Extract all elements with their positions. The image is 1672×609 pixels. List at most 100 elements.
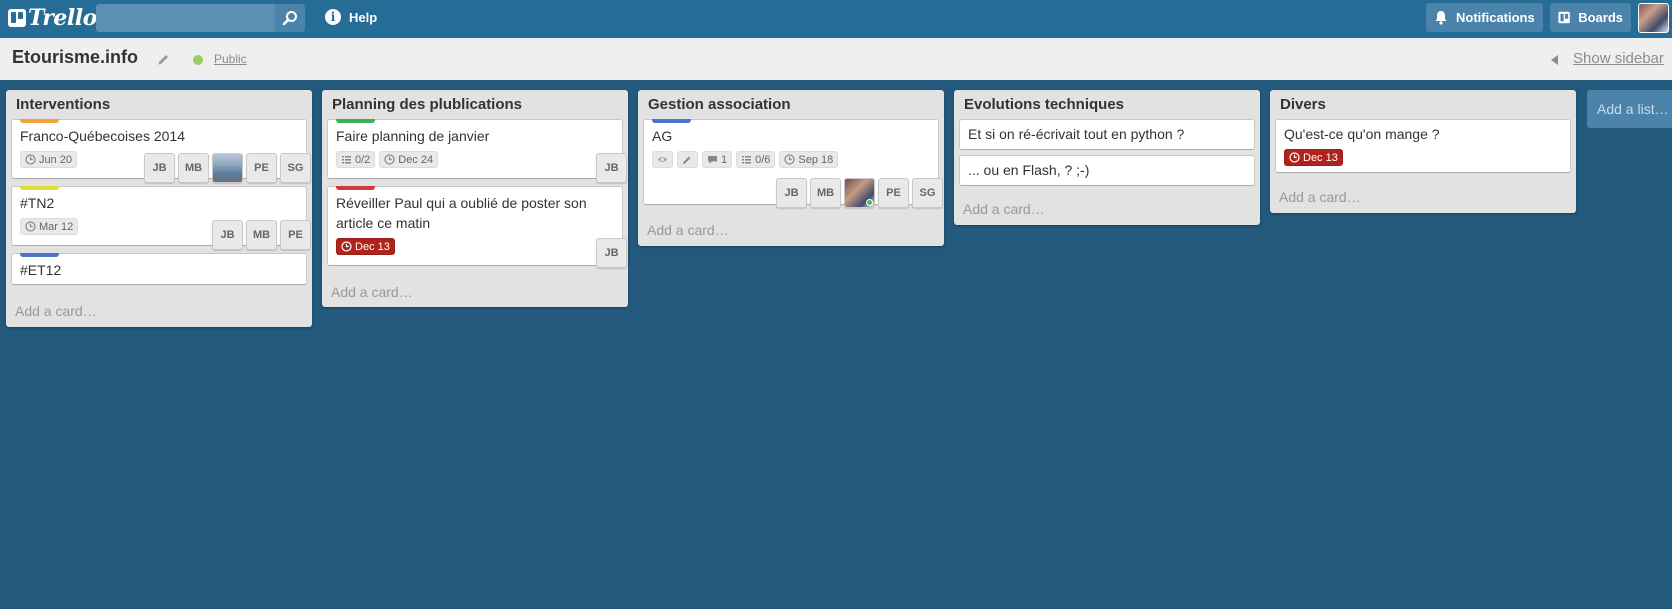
- card[interactable]: #TN2 Mar 12 JB MB PE: [11, 186, 311, 250]
- card[interactable]: Faire planning de janvier 0/2 Dec 24 JB: [327, 119, 627, 183]
- pencil-icon[interactable]: [157, 52, 171, 66]
- list-title[interactable]: Evolutions techniques: [964, 96, 1124, 113]
- search-button[interactable]: [275, 4, 305, 32]
- card-title: Réveiller Paul qui a oublié de poster so…: [336, 195, 587, 231]
- clock-icon: [784, 154, 796, 165]
- user-avatar[interactable]: [1638, 3, 1669, 33]
- member-avatar[interactable]: MB: [246, 220, 277, 250]
- info-icon: i: [325, 9, 341, 25]
- clock-icon: [1289, 152, 1300, 163]
- card-title: ... ou en Flash, ? ;-): [968, 162, 1090, 178]
- logo-text: Trello: [28, 5, 97, 31]
- due-date-badge-overdue: Dec 13: [1284, 149, 1343, 166]
- visibility-link[interactable]: Public: [214, 52, 247, 66]
- list-interventions: Interventions Franco-Québecoises 2014 Ju…: [6, 90, 312, 327]
- bell-icon: [1435, 11, 1447, 25]
- member-avatar-photo[interactable]: [212, 153, 243, 183]
- card[interactable]: AG 1 0/6 Sep 18 JB MB PE SG: [643, 119, 943, 208]
- list-evolutions-techniques: Evolutions techniques Et si on ré-écriva…: [954, 90, 1260, 225]
- card-title: Et si on ré-écrivait tout en python ?: [968, 126, 1185, 142]
- boards-label: Boards: [1578, 10, 1623, 25]
- card-label: [20, 253, 59, 257]
- card[interactable]: Réveiller Paul qui a oublié de poster so…: [327, 186, 627, 268]
- clock-icon: [384, 154, 395, 165]
- checklist-badge: 0/2: [336, 151, 376, 168]
- help-label: Help: [349, 9, 378, 25]
- member-avatar[interactable]: JB: [776, 178, 807, 208]
- checklist-badge: 0/6: [736, 151, 776, 168]
- board-title[interactable]: Etourisme.info: [12, 47, 138, 68]
- due-date-badge: Dec 24: [379, 151, 439, 168]
- card[interactable]: Qu'est-ce qu'on mange ? Dec 13: [1275, 119, 1571, 173]
- member-avatar[interactable]: MB: [178, 153, 209, 183]
- help-button[interactable]: i Help: [325, 9, 377, 25]
- card[interactable]: ... ou en Flash, ? ;-): [959, 155, 1255, 186]
- card[interactable]: Et si on ré-écrivait tout en python ?: [959, 119, 1255, 150]
- card-title: AG: [652, 128, 673, 144]
- card-title: #ET12: [20, 262, 62, 278]
- comment-icon: [708, 156, 717, 164]
- member-avatar[interactable]: MB: [810, 178, 841, 208]
- notifications-button[interactable]: Notifications: [1426, 3, 1543, 32]
- search-input[interactable]: [96, 4, 275, 32]
- trello-board-icon: [8, 9, 26, 27]
- trello-logo[interactable]: Trello: [8, 5, 97, 31]
- member-avatar[interactable]: PE: [246, 153, 277, 183]
- card[interactable]: #ET12: [11, 253, 307, 285]
- boards-icon: [1558, 11, 1570, 24]
- visibility-status-dot: [193, 55, 203, 65]
- add-card-link[interactable]: Add a card…: [647, 222, 729, 238]
- card-label: [336, 186, 375, 190]
- card-title: Faire planning de janvier: [336, 128, 490, 144]
- due-date-badge: Mar 12: [20, 218, 79, 235]
- member-avatar[interactable]: JB: [212, 220, 243, 250]
- card[interactable]: Franco-Québecoises 2014 Jun 20 JB MB PE …: [11, 119, 311, 183]
- card-title: Franco-Québecoises 2014: [20, 128, 185, 144]
- search-icon: [282, 11, 297, 26]
- card-label: [652, 119, 691, 123]
- show-sidebar-link[interactable]: Show sidebar: [1573, 50, 1664, 67]
- member-avatar[interactable]: JB: [596, 153, 627, 183]
- card-title: #TN2: [20, 195, 55, 211]
- card-label: [336, 119, 375, 123]
- list-title[interactable]: Interventions: [16, 96, 110, 113]
- online-status-dot: [866, 199, 873, 206]
- add-card-link[interactable]: Add a card…: [331, 284, 413, 300]
- list-gestion-association: Gestion association AG 1 0/6 Sep 18 JB M…: [638, 90, 944, 246]
- checklist-icon: [342, 156, 351, 164]
- add-card-link[interactable]: Add a card…: [1279, 189, 1361, 205]
- clock-icon: [25, 154, 36, 165]
- list-title[interactable]: Divers: [1280, 96, 1326, 113]
- notifications-label: Notifications: [1456, 10, 1535, 25]
- clock-icon: [341, 241, 352, 252]
- member-avatar[interactable]: JB: [144, 153, 175, 183]
- top-header: Trello i Help Notifications Boards: [0, 0, 1672, 38]
- card-title: Qu'est-ce qu'on mange ?: [1284, 126, 1440, 142]
- member-avatar[interactable]: JB: [596, 238, 627, 268]
- add-card-link[interactable]: Add a card…: [15, 303, 97, 319]
- watch-badge: [652, 151, 673, 168]
- due-date-badge: Jun 20: [20, 151, 78, 168]
- member-avatar[interactable]: PE: [878, 178, 909, 208]
- pencil-icon: [683, 156, 691, 164]
- member-avatar[interactable]: PE: [280, 220, 311, 250]
- chevron-left-icon: [1551, 55, 1558, 65]
- list-title[interactable]: Planning des plublications: [332, 96, 522, 113]
- due-date-badge-overdue: Dec 13: [336, 238, 395, 255]
- comments-badge: 1: [702, 151, 733, 168]
- member-avatar[interactable]: SG: [280, 153, 311, 183]
- add-card-link[interactable]: Add a card…: [963, 201, 1045, 217]
- add-list-button[interactable]: Add a list…: [1587, 90, 1672, 128]
- clock-icon: [25, 221, 36, 232]
- list-title[interactable]: Gestion association: [648, 96, 791, 113]
- list-planning: Planning des plublications Faire plannin…: [322, 90, 628, 307]
- card-label: [20, 186, 59, 190]
- eye-icon: [657, 157, 668, 162]
- description-badge: [677, 151, 698, 168]
- member-avatar[interactable]: SG: [912, 178, 943, 208]
- list-divers: Divers Qu'est-ce qu'on mange ? Dec 13 Ad…: [1270, 90, 1576, 213]
- board-header: Etourisme.info Public Show sidebar: [0, 38, 1672, 80]
- member-avatar-photo[interactable]: [844, 178, 875, 208]
- checklist-icon: [742, 156, 752, 164]
- boards-button[interactable]: Boards: [1550, 3, 1631, 32]
